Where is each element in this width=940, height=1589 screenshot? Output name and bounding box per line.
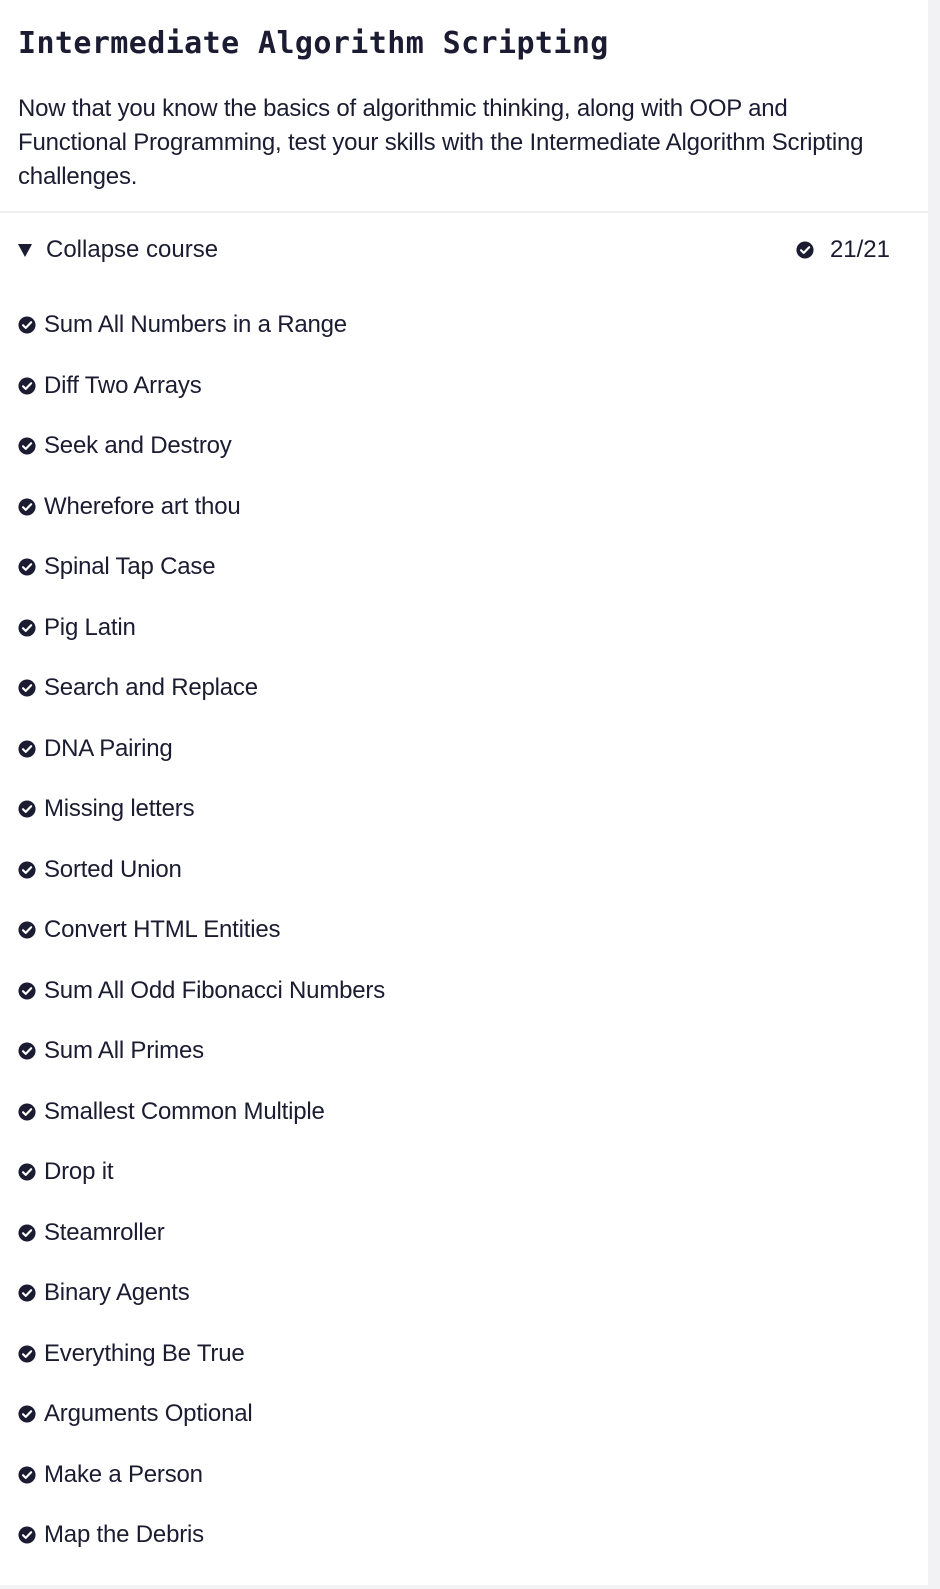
check-circle-icon bbox=[18, 618, 36, 637]
check-circle-icon bbox=[796, 241, 814, 259]
challenge-label: Make a Person bbox=[44, 1460, 203, 1488]
check-circle-icon bbox=[18, 1102, 36, 1121]
page-gutter bbox=[928, 0, 940, 1589]
section-divider bbox=[0, 211, 928, 213]
challenge-label: Map the Debris bbox=[44, 1521, 204, 1548]
challenge-link-sum-all-numbers-in-a-range[interactable]: Sum All Numbers in a Range bbox=[18, 305, 347, 345]
check-circle-icon bbox=[18, 921, 36, 939]
list-item: DNA Pairing bbox=[0, 729, 928, 790]
course-toggle-bar: Collapse course 21/21 bbox=[0, 232, 928, 276]
check-circle-icon bbox=[18, 1163, 36, 1181]
challenge-link-missing-letters[interactable]: Missing letters bbox=[18, 789, 195, 829]
list-item: Convert HTML Entities bbox=[0, 910, 928, 971]
challenge-label: Seek and Destroy bbox=[44, 432, 232, 459]
section-title: Intermediate Algorithm Scripting bbox=[18, 26, 609, 61]
challenge-label: Arguments Optional bbox=[44, 1400, 253, 1427]
challenge-list: Sum All Numbers in a Range Diff Two Arra… bbox=[0, 305, 928, 1576]
challenge-link-arguments-optional[interactable]: Arguments Optional bbox=[18, 1394, 253, 1434]
list-item: Diff Two Arrays bbox=[0, 366, 928, 427]
check-circle-icon bbox=[18, 1223, 36, 1242]
challenge-link-spinal-tap-case[interactable]: Spinal Tap Case bbox=[18, 547, 216, 587]
challenge-label: Smallest Common Multiple bbox=[44, 1097, 325, 1125]
check-circle-icon bbox=[18, 981, 36, 1000]
list-item: Missing letters bbox=[0, 789, 928, 850]
challenge-label: Sum All Numbers in a Range bbox=[44, 311, 347, 338]
challenge-label: Diff Two Arrays bbox=[44, 371, 202, 399]
section-description: Now that you know the basics of algorith… bbox=[18, 95, 864, 190]
challenge-label: Convert HTML Entities bbox=[44, 916, 281, 943]
challenge-label: Sorted Union bbox=[44, 855, 182, 883]
check-circle-icon bbox=[18, 1405, 36, 1423]
challenge-label: Sum All Primes bbox=[44, 1037, 204, 1064]
challenge-label: Binary Agents bbox=[44, 1279, 190, 1306]
list-item: Pig Latin bbox=[0, 608, 928, 669]
challenge-label: Missing letters bbox=[44, 795, 195, 822]
check-circle-icon bbox=[18, 1526, 36, 1544]
challenge-label: Search and Replace bbox=[44, 674, 258, 701]
challenge-label: Pig Latin bbox=[44, 613, 136, 641]
check-circle-icon bbox=[18, 497, 36, 516]
challenge-link-smallest-common-multiple[interactable]: Smallest Common Multiple bbox=[18, 1092, 325, 1132]
triangle-down-icon bbox=[18, 243, 32, 257]
list-item: Seek and Destroy bbox=[0, 426, 928, 487]
list-item: Binary Agents bbox=[0, 1273, 928, 1334]
collapse-course-button[interactable]: Collapse course bbox=[18, 236, 218, 264]
collapse-course-label: Collapse course bbox=[46, 236, 219, 263]
challenge-link-pig-latin[interactable]: Pig Latin bbox=[18, 608, 136, 648]
list-item: Spinal Tap Case bbox=[0, 547, 928, 608]
list-item: Drop it bbox=[0, 1152, 928, 1213]
check-circle-icon bbox=[18, 1344, 36, 1363]
challenge-label: Steamroller bbox=[44, 1218, 165, 1246]
check-circle-icon bbox=[18, 860, 36, 879]
challenge-label: Wherefore art thou bbox=[44, 492, 241, 520]
check-circle-icon bbox=[18, 1284, 36, 1302]
list-item: Arguments Optional bbox=[0, 1394, 928, 1455]
check-circle-icon bbox=[18, 316, 36, 334]
challenge-link-convert-html-entities[interactable]: Convert HTML Entities bbox=[18, 910, 281, 950]
check-circle-icon bbox=[18, 739, 36, 758]
challenge-link-diff-two-arrays[interactable]: Diff Two Arrays bbox=[18, 366, 202, 406]
challenge-link-dna-pairing[interactable]: DNA Pairing bbox=[18, 729, 173, 769]
check-circle-icon bbox=[18, 558, 36, 576]
list-item: Sorted Union bbox=[0, 850, 928, 911]
list-item: Make a Person bbox=[0, 1455, 928, 1516]
list-item: Sum All Primes bbox=[0, 1031, 928, 1092]
list-item: Wherefore art thou bbox=[0, 487, 928, 548]
challenge-link-map-the-debris[interactable]: Map the Debris bbox=[18, 1515, 204, 1555]
challenge-link-make-a-person[interactable]: Make a Person bbox=[18, 1455, 203, 1495]
challenge-link-sum-all-primes[interactable]: Sum All Primes bbox=[18, 1031, 204, 1071]
challenge-label: Sum All Odd Fibonacci Numbers bbox=[44, 976, 386, 1004]
challenge-link-seek-and-destroy[interactable]: Seek and Destroy bbox=[18, 426, 232, 466]
challenge-label: Drop it bbox=[44, 1158, 114, 1185]
list-item: Sum All Odd Fibonacci Numbers bbox=[0, 971, 928, 1032]
check-circle-icon bbox=[18, 1042, 36, 1060]
challenge-link-binary-agents[interactable]: Binary Agents bbox=[18, 1273, 190, 1313]
list-item: Smallest Common Multiple bbox=[0, 1092, 928, 1153]
challenge-label: DNA Pairing bbox=[44, 734, 173, 762]
course-progress-count: 21/21 bbox=[829, 236, 890, 263]
challenge-label: Everything Be True bbox=[44, 1339, 245, 1367]
course-card: Intermediate Algorithm Scripting Now tha… bbox=[0, 0, 928, 1585]
challenge-link-search-and-replace[interactable]: Search and Replace bbox=[18, 668, 258, 708]
list-item: Steamroller bbox=[0, 1213, 928, 1274]
check-circle-icon bbox=[18, 1465, 36, 1484]
list-item: Sum All Numbers in a Range bbox=[0, 305, 928, 366]
section-intro: Intermediate Algorithm Scripting Now tha… bbox=[0, 0, 928, 212]
challenge-link-steamroller[interactable]: Steamroller bbox=[18, 1213, 165, 1253]
challenge-link-wherefore-art-thou[interactable]: Wherefore art thou bbox=[18, 487, 241, 527]
challenge-link-sum-all-odd-fibonacci-numbers[interactable]: Sum All Odd Fibonacci Numbers bbox=[18, 971, 385, 1011]
list-item: Search and Replace bbox=[0, 668, 928, 729]
challenge-link-everything-be-true[interactable]: Everything Be True bbox=[18, 1334, 245, 1374]
course-progress: 21/21 bbox=[796, 236, 890, 264]
list-item: Map the Debris bbox=[0, 1515, 928, 1576]
challenge-link-drop-it[interactable]: Drop it bbox=[18, 1152, 113, 1192]
check-circle-icon bbox=[18, 800, 36, 818]
check-circle-icon bbox=[18, 679, 36, 697]
challenge-label: Spinal Tap Case bbox=[44, 553, 216, 580]
challenge-link-sorted-union[interactable]: Sorted Union bbox=[18, 850, 182, 890]
check-circle-icon bbox=[18, 437, 36, 455]
check-circle-icon bbox=[18, 376, 36, 395]
list-item: Everything Be True bbox=[0, 1334, 928, 1395]
